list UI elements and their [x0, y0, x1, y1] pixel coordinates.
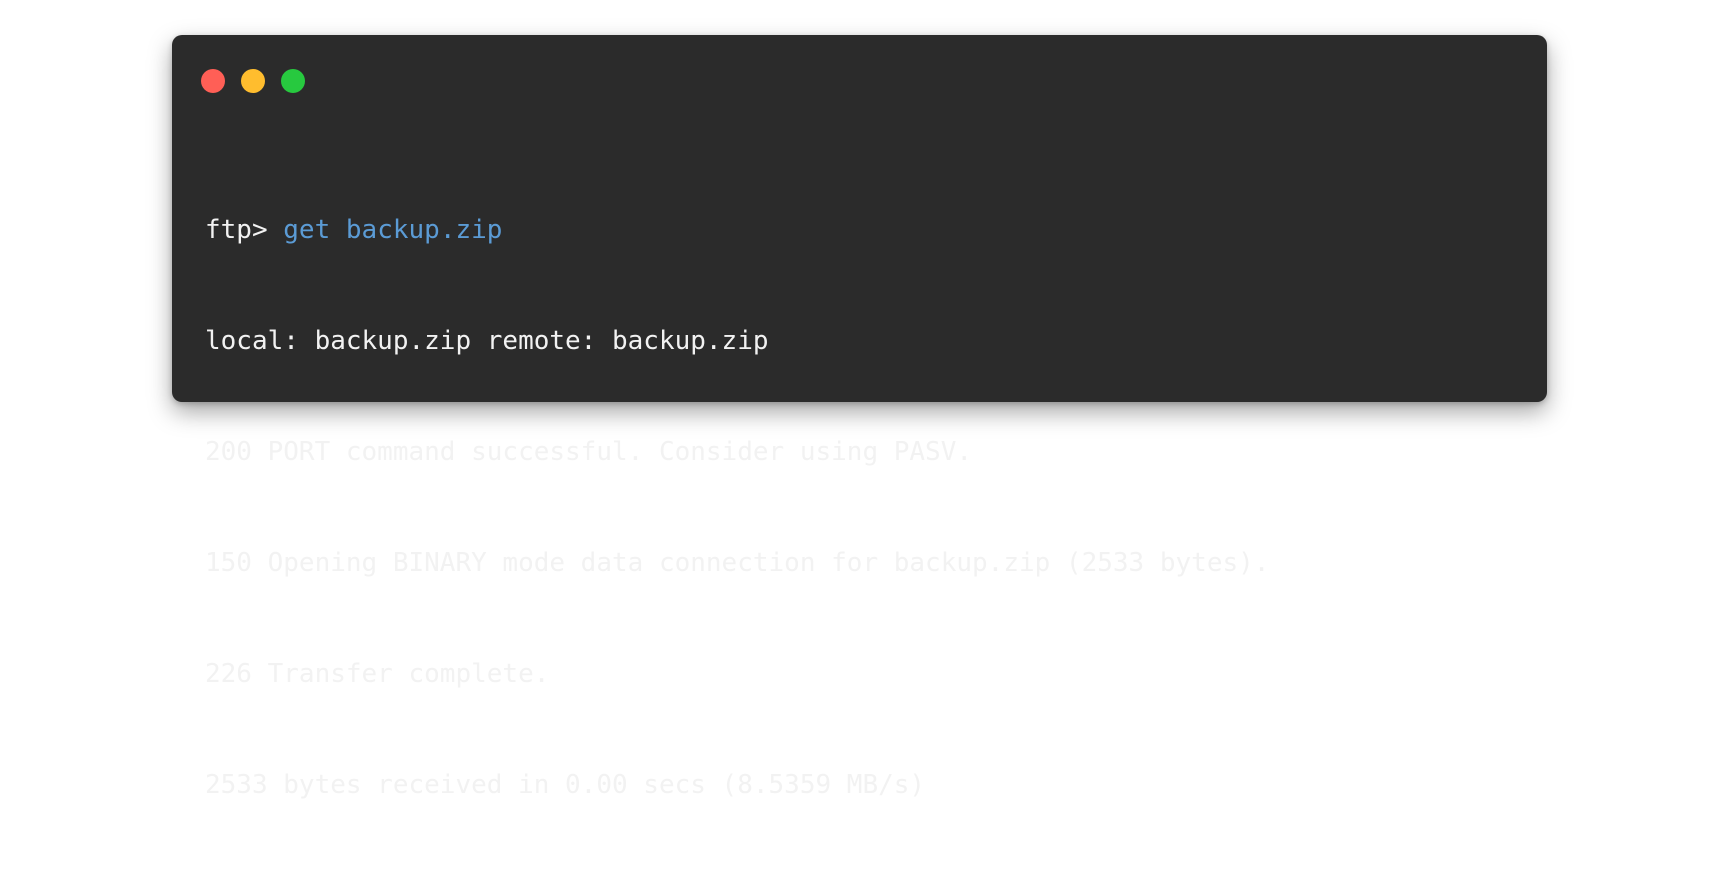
output-line: 226 Transfer complete. — [205, 659, 550, 689]
terminal-output[interactable]: ftp> get backup.zip local: backup.zip re… — [205, 138, 1269, 878]
output-line: local: backup.zip remote: backup.zip — [205, 326, 769, 356]
terminal-window: ftp> get backup.zip local: backup.zip re… — [172, 35, 1547, 800]
output-line: 150 Opening BINARY mode data connection … — [205, 548, 1270, 578]
close-button[interactable] — [201, 69, 225, 93]
output-line: 2533 bytes received in 0.00 secs (8.5359… — [205, 770, 926, 800]
minimize-button[interactable] — [241, 69, 265, 93]
window-controls — [201, 69, 305, 93]
output-line: 200 PORT command successful. Consider us… — [205, 437, 973, 467]
command-text: get backup.zip — [283, 215, 503, 245]
command-line: ftp> get backup.zip — [205, 212, 1269, 249]
prompt: ftp> — [205, 215, 284, 245]
maximize-button[interactable] — [281, 69, 305, 93]
